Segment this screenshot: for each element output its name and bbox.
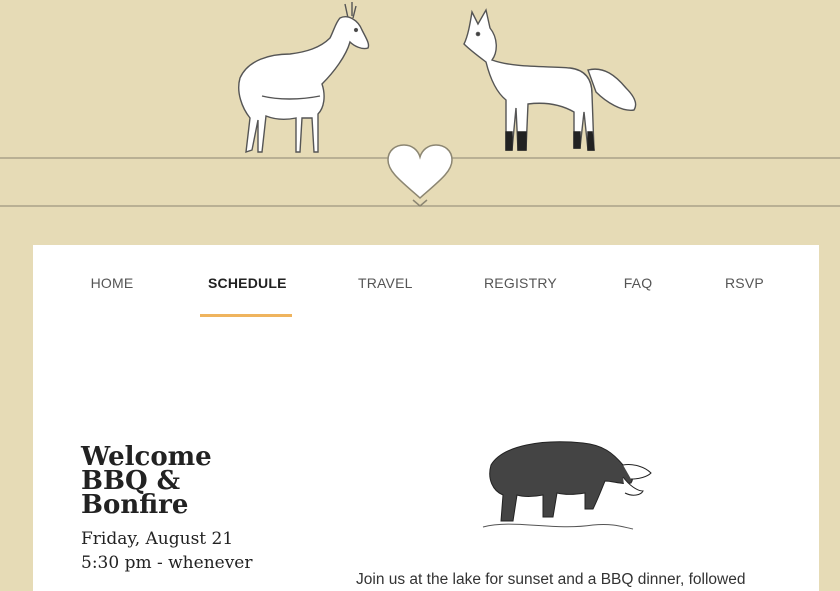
event-title: Welcome BBQ & Bonfire (81, 442, 212, 520)
site-header (0, 0, 840, 245)
main-nav: HOME SCHEDULE TRAVEL REGISTRY FAQ RSVP (33, 245, 819, 325)
event-description: Join us at the lake for sunset and a BBQ… (356, 571, 746, 588)
event-time: 5:30 pm - whenever (81, 553, 253, 573)
nav-item-home[interactable]: HOME (90, 275, 134, 317)
bear-with-fish-illustration (482, 441, 652, 530)
nav-item-travel[interactable]: TRAVEL (358, 275, 412, 317)
nav-item-rsvp[interactable]: RSVP (725, 275, 764, 317)
nav-item-schedule[interactable]: SCHEDULE (200, 275, 292, 317)
header-illustration (0, 2, 840, 207)
event-date: Friday, August 21 (81, 529, 234, 549)
nav-item-registry[interactable]: REGISTRY (484, 275, 557, 317)
heart-icon (387, 144, 453, 207)
fox-illustration (463, 8, 637, 151)
nav-item-faq[interactable]: FAQ (623, 275, 653, 317)
content-card: HOME SCHEDULE TRAVEL REGISTRY FAQ RSVP W… (33, 245, 819, 591)
deer-illustration (238, 2, 370, 154)
